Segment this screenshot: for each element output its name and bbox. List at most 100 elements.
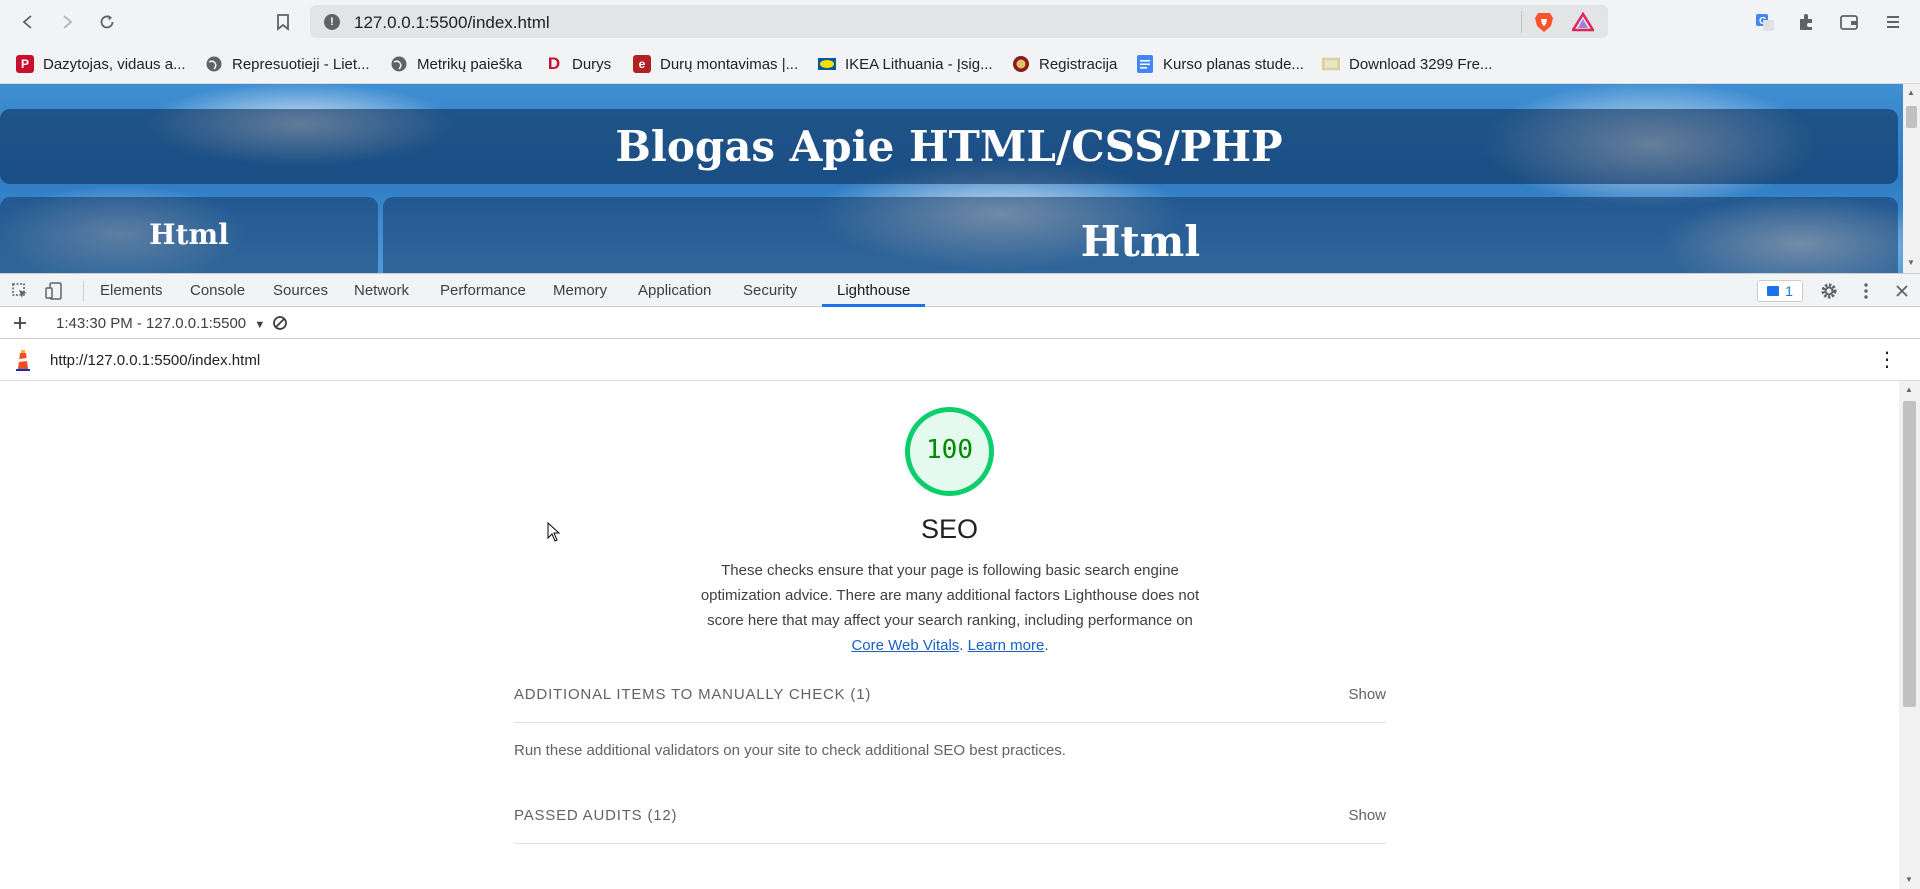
blog-title: Blogas Apie HTML/CSS/PHP [615, 122, 1283, 171]
description-text: These checks ensure that your page is fo… [700, 562, 1200, 629]
passed-audits-header[interactable]: PASSED AUDITS (12) Show [514, 807, 1386, 824]
section-divider [514, 843, 1386, 844]
tab-performance[interactable]: Performance [440, 282, 526, 299]
translate-icon[interactable]: G [1752, 9, 1778, 35]
passed-audits-title: PASSED AUDITS (12) [514, 807, 678, 824]
report-menu-icon[interactable]: ⋮ [1877, 347, 1897, 372]
tab-network[interactable]: Network [354, 282, 409, 299]
passed-audits-show-toggle[interactable]: Show [1348, 807, 1386, 824]
bookmark-label: Durys [572, 55, 612, 73]
bookmark-item[interactable]: P Dazytojas, vidaus a... [16, 52, 186, 76]
bookmark-label: IKEA Lithuania - Įsig... [845, 55, 993, 73]
issues-counter-button[interactable]: 1 [1757, 280, 1803, 302]
site-info-icon[interactable]: ! [324, 14, 340, 30]
lighthouse-report: 100 SEO These checks ensure that your pa… [0, 381, 1899, 889]
chevron-down-icon: ▼ [254, 319, 266, 331]
bookmark-label: Registracija [1039, 55, 1118, 73]
tab-elements[interactable]: Elements [100, 282, 163, 299]
section-divider [514, 722, 1386, 723]
scroll-up-icon[interactable]: ▲ [1905, 385, 1913, 394]
learn-more-link[interactable]: Learn more [968, 637, 1045, 654]
brave-rewards-icon[interactable] [1572, 12, 1594, 32]
report-scroll-thumb[interactable] [1903, 401, 1916, 707]
back-arrow-icon [22, 15, 32, 29]
link-separator: . [959, 637, 968, 654]
browser-toolbar: ! 127.0.0.1:5500/index.html G [0, 0, 1920, 44]
blog-header: Blogas Apie HTML/CSS/PHP [0, 109, 1898, 184]
devtools-settings-icon[interactable] [1818, 280, 1840, 302]
devtools-separator [83, 281, 84, 301]
bookmark-item[interactable]: Kurso planas stude... [1136, 52, 1304, 76]
issues-icon [1767, 286, 1780, 296]
lighthouse-logo-icon [16, 350, 30, 371]
page-scrollbar[interactable]: ▲ ▼ [1903, 84, 1920, 273]
tab-memory[interactable]: Memory [553, 282, 607, 299]
tab-sources[interactable]: Sources [273, 282, 328, 299]
extensions-icon[interactable] [1793, 9, 1819, 35]
manual-checks-show-toggle[interactable]: Show [1348, 686, 1386, 703]
issues-count: 1 [1785, 283, 1793, 299]
reload-icon [100, 15, 114, 29]
manual-checks-header[interactable]: ADDITIONAL ITEMS TO MANUALLY CHECK (1) S… [514, 686, 1386, 703]
bookmarks-bar: P Dazytojas, vidaus a... Represuotieji -… [0, 44, 1920, 84]
core-web-vitals-link[interactable]: Core Web Vitals [851, 637, 959, 654]
image-thumb-icon [1322, 55, 1340, 73]
manual-checks-description: Run these additional validators on your … [514, 742, 1066, 759]
e-logo-icon: e [633, 55, 651, 73]
bookmark-item[interactable]: Represuotieji - Liet... [205, 52, 370, 76]
ikea-icon [818, 55, 836, 73]
report-url: http://127.0.0.1:5500/index.html [50, 352, 261, 369]
mouse-cursor-icon [547, 522, 561, 542]
tab-application[interactable]: Application [638, 282, 711, 299]
tab-console[interactable]: Console [190, 282, 245, 299]
bookmark-icon [277, 14, 289, 31]
category-title: SEO [920, 514, 979, 544]
scroll-down-icon[interactable]: ▼ [1905, 875, 1913, 884]
bookmark-item[interactable]: e Durų montavimas |... [633, 52, 798, 76]
new-report-icon[interactable] [9, 312, 31, 334]
bookmark-button[interactable] [269, 8, 297, 36]
left-column-heading: Html [149, 218, 229, 251]
tab-security[interactable]: Security [743, 282, 797, 299]
description-end: . [1044, 637, 1049, 654]
report-select-value: 1:43:30 PM - 127.0.0.1:5500 [56, 315, 247, 332]
back-button[interactable] [14, 8, 42, 36]
clear-reports-icon[interactable] [269, 312, 291, 334]
page-scroll-thumb[interactable] [1906, 106, 1917, 128]
address-bar[interactable]: ! 127.0.0.1:5500/index.html [310, 5, 1608, 38]
reload-button[interactable] [93, 8, 121, 36]
report-select[interactable]: 1:43:30 PM - 127.0.0.1:5500 ▼ [56, 315, 265, 332]
bookmark-label: Represuotieji - Liet... [232, 55, 370, 73]
bookmark-item[interactable]: D Durys [545, 52, 611, 76]
scroll-down-icon[interactable]: ▼ [1907, 258, 1915, 267]
forward-arrow-icon [63, 15, 73, 29]
category-description: These checks ensure that your page is fo… [690, 558, 1210, 658]
tab-lighthouse[interactable]: Lighthouse [837, 282, 910, 299]
inspect-element-icon[interactable] [9, 280, 31, 302]
report-url-bar: http://127.0.0.1:5500/index.html ⋮ [0, 339, 1920, 381]
forward-button[interactable] [53, 8, 81, 36]
browser-menu-icon[interactable] [1880, 9, 1906, 35]
bookmark-label: Metrikų paieška [417, 55, 523, 73]
pinterest-icon: P [16, 55, 34, 73]
score-value: 100 [926, 435, 973, 465]
devtools-tabbar: Elements Console Sources Network Perform… [0, 273, 1920, 307]
bookmark-item[interactable]: Registracija [1012, 52, 1117, 76]
bookmark-item[interactable]: Download 3299 Fre... [1322, 52, 1492, 76]
seal-icon [1012, 55, 1030, 73]
devtools-more-icon[interactable] [1855, 280, 1877, 302]
bookmark-item[interactable]: IKEA Lithuania - Įsig... [818, 52, 993, 76]
report-scrollbar[interactable]: ▲ ▼ [1899, 381, 1920, 889]
devtools-close-icon[interactable] [1891, 280, 1913, 302]
google-doc-icon [1136, 55, 1154, 73]
address-url: 127.0.0.1:5500/index.html [354, 13, 550, 32]
scroll-up-icon[interactable]: ▲ [1907, 88, 1915, 97]
wallet-icon[interactable] [1836, 9, 1862, 35]
bookmark-label: Download 3299 Fre... [1349, 55, 1493, 73]
device-toolbar-icon[interactable] [43, 280, 65, 302]
bookmark-item[interactable]: Metrikų paieška [390, 52, 522, 76]
bookmark-label: Kurso planas stude... [1163, 55, 1304, 73]
brave-shield-icon[interactable] [1534, 11, 1554, 33]
bookmark-label: Durų montavimas |... [660, 55, 799, 73]
page-viewport: Blogas Apie HTML/CSS/PHP Html Html [0, 84, 1903, 273]
